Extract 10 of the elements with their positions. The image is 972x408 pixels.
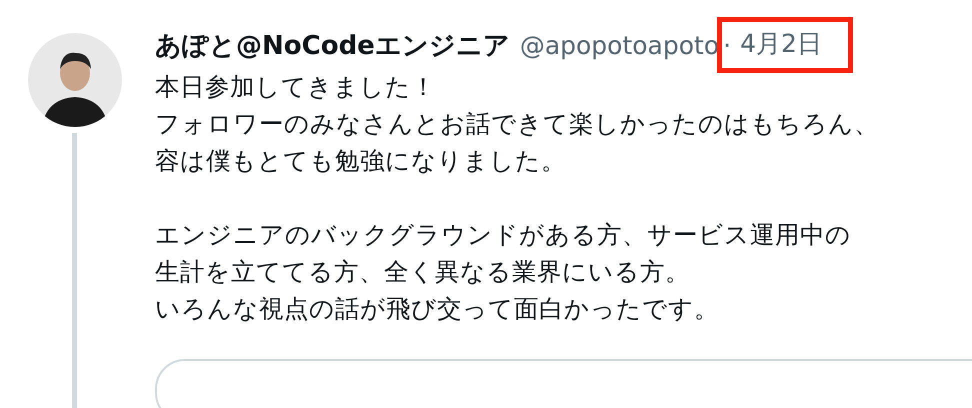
tweet-text-line: 容は僕もとても勉強になりました。 bbox=[155, 145, 567, 177]
separator-dot: · bbox=[723, 30, 732, 60]
tweet-text-line: 生計を立ててる方、全く異なる業界にいる方。 bbox=[155, 256, 691, 288]
author-handle[interactable]: @apopotoapoto bbox=[520, 30, 720, 60]
tweet-text-line: エンジニアのバックグラウンドがある方、サービス運用中の bbox=[155, 219, 852, 251]
tweet-text-line: 本日参加してきました！ bbox=[155, 71, 437, 103]
tweet-text-line: いろんな視点の話が飛び交って面白かったです。 bbox=[155, 293, 720, 325]
date-link[interactable]: 4月2日 bbox=[740, 29, 822, 58]
author-name[interactable]: あぽと@NoCodeエンジニア bbox=[155, 28, 510, 62]
tweet-text-line: フォロワーのみなさんとお話できて楽しかったのはもちろん、 bbox=[155, 108, 880, 140]
